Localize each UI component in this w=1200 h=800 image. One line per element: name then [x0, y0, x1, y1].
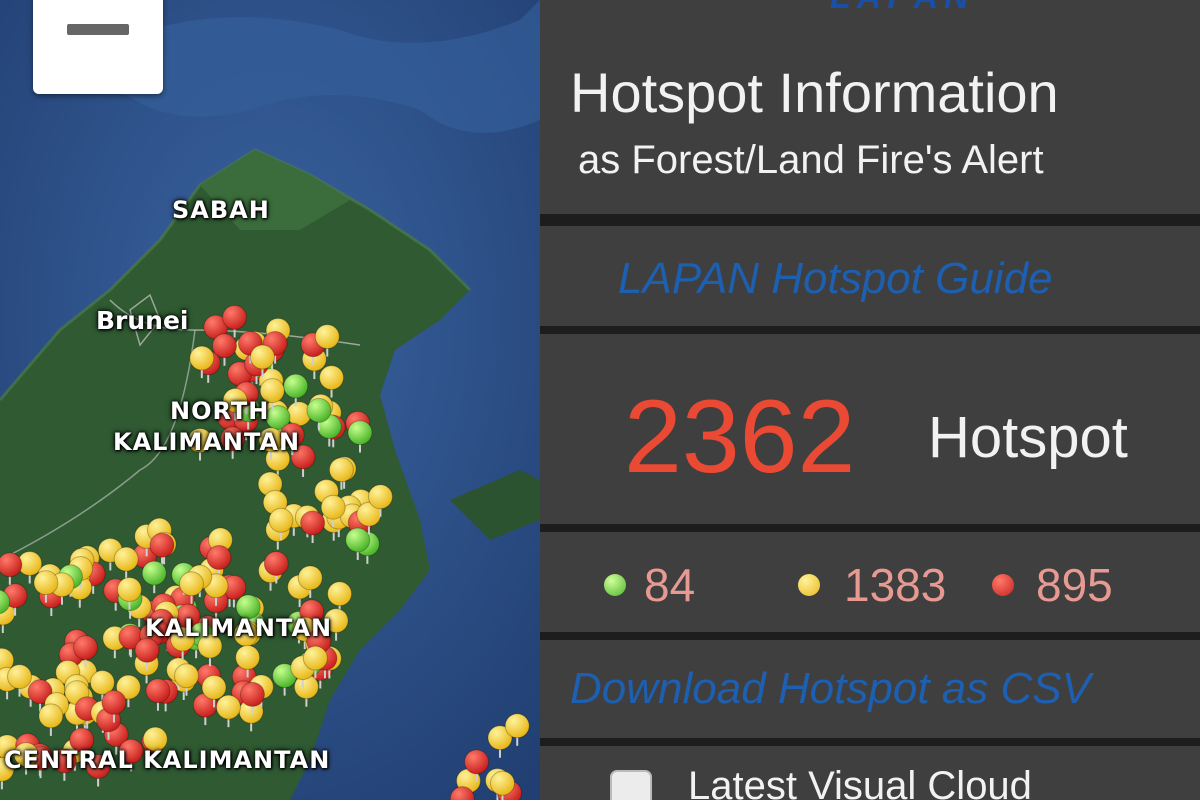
green-count: 84 [644, 559, 696, 611]
map-label-north-kalimantan: KALIMANTAN [113, 428, 301, 456]
latest-visual-cloud-checkbox[interactable] [610, 770, 652, 800]
panel-title: Hotspot Information [570, 61, 1059, 124]
green-marker-icon [604, 574, 626, 596]
cloud-layer-section: Latest Visual Cloud [540, 746, 1200, 800]
panel-header: LAPAN Hotspot Information as Forest/Land… [540, 0, 1200, 214]
hotspot-breakdown: 84 1383 895 [540, 532, 1200, 632]
panel-subtitle: as Forest/Land Fire's Alert [578, 138, 1044, 182]
map-label-sabah: SABAH [172, 196, 270, 224]
total-hotspot-label: Hotspot [928, 405, 1128, 470]
guide-section: LAPAN Hotspot Guide [540, 226, 1200, 326]
map-label-north: NORTH [170, 397, 270, 425]
download-section: Download Hotspot as CSV [540, 640, 1200, 738]
map-canvas[interactable] [0, 0, 540, 800]
lapan-logo-text: LAPAN [830, 0, 975, 17]
total-hotspot-section: 2362 Hotspot [540, 334, 1200, 524]
info-panel: LAPAN Hotspot Information as Forest/Land… [540, 0, 1200, 800]
map-label-brunei: Brunei [96, 306, 189, 335]
total-hotspot-count: 2362 [624, 379, 856, 495]
yellow-marker-icon [798, 574, 820, 596]
download-csv-link[interactable]: Download Hotspot as CSV [570, 664, 1091, 714]
map-label-central-kalimantan: CENTRAL KALIMANTAN [4, 746, 331, 774]
latest-visual-cloud-label: Latest Visual Cloud [688, 764, 1032, 800]
hotspot-guide-link[interactable]: LAPAN Hotspot Guide [618, 254, 1053, 304]
red-count: 895 [1036, 559, 1113, 611]
red-marker-icon [992, 574, 1014, 596]
yellow-count: 1383 [844, 559, 947, 611]
minus-icon [67, 24, 129, 35]
map-label-kalimantan: KALIMANTAN [145, 614, 333, 642]
zoom-out-button[interactable] [33, 0, 163, 94]
map-view[interactable]: SABAH Brunei NORTH KALIMANTAN KALIMANTAN… [0, 0, 540, 800]
